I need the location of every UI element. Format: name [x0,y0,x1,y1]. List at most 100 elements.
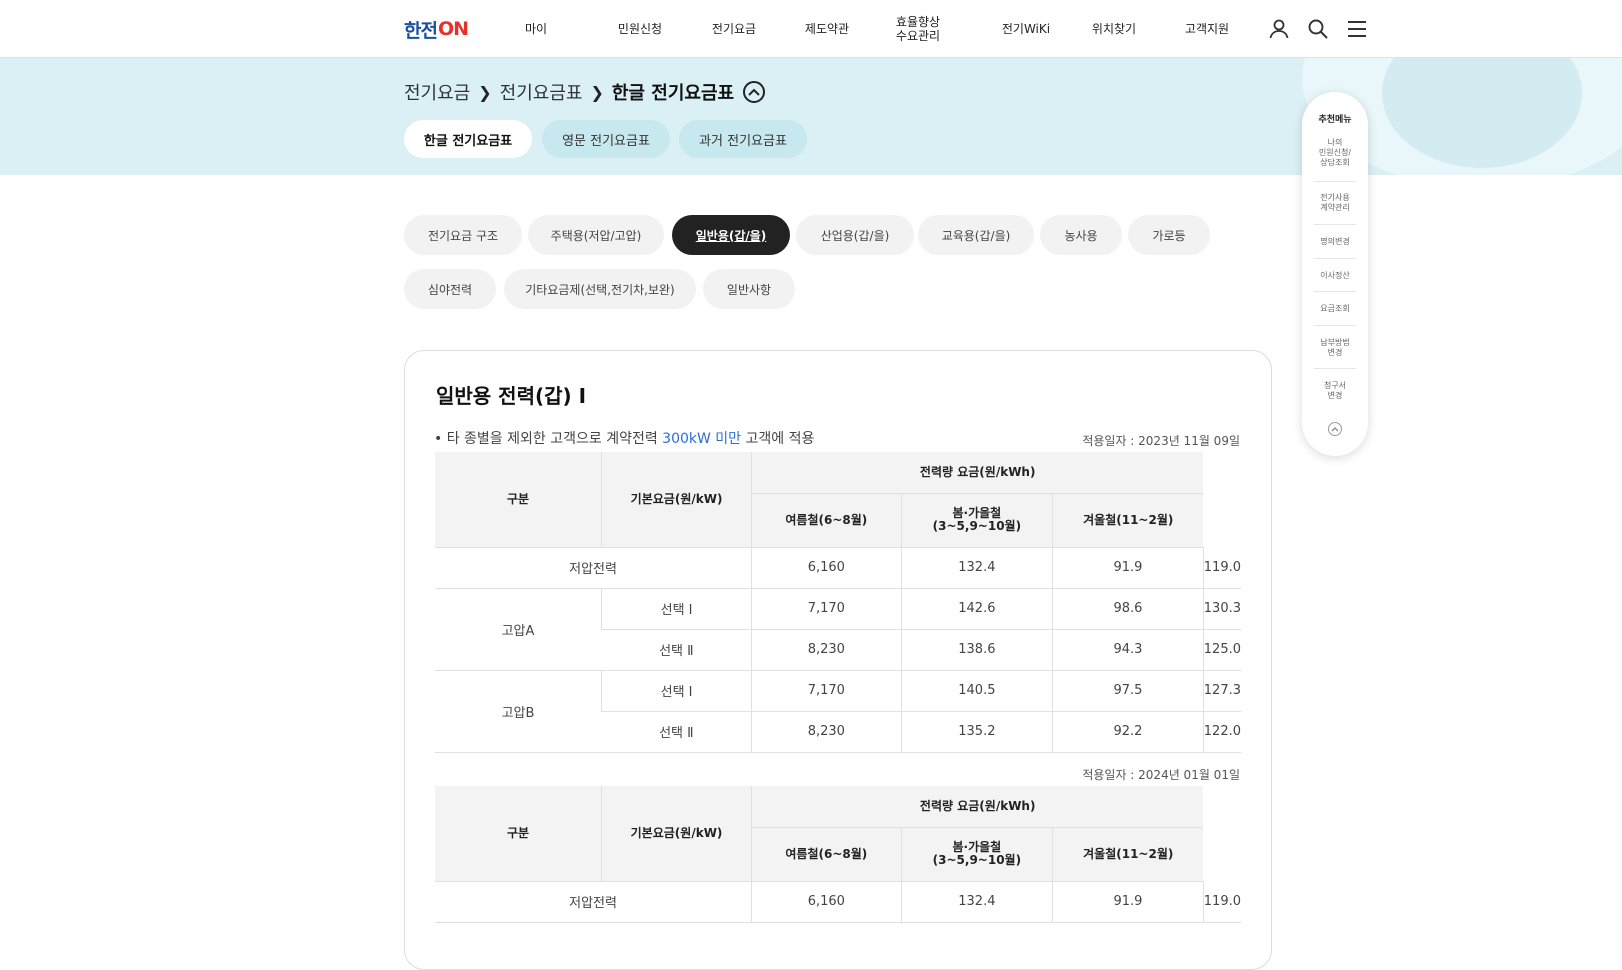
row-label: 저압전력 [435,547,752,589]
breadcrumb: 전기요금 ❯ 전기요금표 ❯ 한글 전기요금표 [404,79,766,105]
cell-base: 8,230 [751,711,902,753]
category-tab-general[interactable]: 일반용(갑/을) [672,215,790,255]
recommended-quick-menu: 추천메뉴 나의 민원신청/ 상담조회 전기사용 계약관리 명의변경 이사정산 요… [1302,92,1368,456]
quick-menu-item-payment-method[interactable]: 납부방법 변경 [1310,338,1360,358]
quick-menu-item-move-settlement[interactable]: 이사정산 [1310,271,1360,281]
divider [1314,181,1356,182]
cell-spring: 91.9 [1052,881,1204,923]
cell-summer: 142.6 [900,588,1053,630]
table-row: 고압A 선택 Ⅰ 7,170 142.6 98.6 130.3 [435,588,1241,671]
cell-winter: 122.0 [1202,711,1241,753]
chevron-right-icon: ❯ [590,82,604,102]
cell-spring: 94.3 [1052,629,1204,671]
nav-my[interactable]: 마이 [506,0,566,58]
divider [1314,291,1356,292]
top-header: 한전 ON 마이 민원신청 전기요금 제도약관 효율향상 수요관리 전기WiKi … [0,0,1622,58]
cell-spring: 98.6 [1052,588,1204,630]
nav-electric-rate[interactable]: 전기요금 [702,0,766,58]
cell-summer: 138.6 [900,629,1053,671]
header-summer: 여름철(6~8월) [751,493,902,548]
cell-winter: 119.0 [1202,881,1241,923]
header-energy-rate: 전력량 요금(원/kWh) [751,786,1204,828]
cell-summer: 135.2 [900,711,1053,753]
cell-summer: 140.5 [900,670,1053,712]
cell-base: 7,170 [751,670,902,712]
breadcrumb-level2[interactable]: 전기요금표 [500,79,583,105]
subtab-english-rate[interactable]: 영문 전기요금표 [542,120,670,158]
breadcrumb-level1[interactable]: 전기요금 [404,79,470,105]
table-row: 고압B 선택 Ⅰ 7,170 140.5 97.5 127.3 [435,670,1241,753]
subtab-past-rate[interactable]: 과거 전기요금표 [679,120,807,158]
row-group-label: 고압B [435,670,602,753]
cell-winter: 130.3 [1202,588,1241,630]
cell-winter: 119.0 [1202,547,1241,589]
header-gubun: 구분 [435,452,603,548]
scroll-top-icon[interactable] [1328,422,1342,436]
user-icon[interactable] [1267,17,1291,41]
cell-base: 7,170 [751,588,902,630]
hero-band [0,58,1622,175]
category-tab-agricultural[interactable]: 농사용 [1040,215,1122,255]
desc-highlight: 300kW 미만 [662,431,742,447]
row-option: 선택 Ⅱ [601,629,752,671]
applied-date: 적용일자 : 2024년 01월 01일 [1082,768,1240,782]
category-tab-residential[interactable]: 주택용(저압/고압) [528,215,664,255]
table-row: 저압전력 6,160 132.4 91.9 119.0 [435,881,1241,923]
chevron-up-icon[interactable] [743,81,766,103]
header-winter: 겨울철(11~2월) [1052,493,1204,548]
category-tab-other[interactable]: 기타요금제(선택,전기차,보완) [504,269,696,309]
row-label: 저압전력 [435,881,752,923]
row-option: 선택 Ⅰ [601,588,752,630]
header-base-rate: 기본요금(원/kW) [601,452,753,548]
nav-policy[interactable]: 제도약관 [795,0,859,58]
chevron-right-icon: ❯ [478,82,492,102]
section-title: 일반용 전력(갑) Ⅰ [436,384,587,408]
cell-spring: 91.9 [1052,547,1204,589]
category-tab-industrial[interactable]: 산업용(갑/을) [796,215,914,255]
header-gubun: 구분 [435,786,602,882]
applied-date: 적용일자 : 2023년 11월 09일 [1082,434,1240,448]
category-tab-night[interactable]: 심야전력 [404,269,496,309]
category-tab-structure[interactable]: 전기요금 구조 [404,215,522,255]
category-tab-streetlight[interactable]: 가로등 [1128,215,1210,255]
quick-menu-item-bill-inquiry[interactable]: 요금조회 [1310,304,1360,314]
divider [1314,224,1356,225]
quick-menu-item-name-change[interactable]: 명의변경 [1310,237,1360,247]
kepco-on-logo[interactable]: 한전 ON [404,17,469,42]
divider [1314,325,1356,326]
quick-menu-item-my-requests[interactable]: 나의 민원신청/ 상담조회 [1310,138,1360,168]
header-summer: 여름철(6~8월) [751,827,902,882]
logo-text: 한전 [404,19,438,42]
menu-icon[interactable] [1345,17,1369,41]
nav-efficiency[interactable]: 효율향상 수요관리 [884,0,952,58]
row-group-label: 고압A [435,588,602,671]
category-tab-educational[interactable]: 교육용(갑/을) [918,215,1034,255]
cell-base: 6,160 [751,547,902,589]
rate-table: 구분 기본요금(원/kW) 전력량 요금(원/kWh) 여름철(6~8월) 봄·… [435,452,1241,753]
header-winter: 겨울철(11~2월) [1052,827,1204,882]
header-base-rate: 기본요금(원/kW) [600,786,753,882]
logo-on-text: ON [437,18,469,40]
divider [1314,258,1356,259]
row-option: 선택 Ⅰ [601,670,752,712]
header-spring-fall: 봄·가을철 (3~5,9~10월) [900,827,1054,882]
category-tab-general-notes[interactable]: 일반사항 [703,269,795,309]
nav-civil-request[interactable]: 민원신청 [608,0,672,58]
nav-location[interactable]: 위치찾기 [1082,0,1146,58]
nav-support[interactable]: 고객지원 [1175,0,1239,58]
desc-prefix: • 타 종별을 제외한 고객으로 계약전력 [434,431,663,447]
cell-summer: 132.4 [900,881,1053,923]
cell-winter: 125.0 [1202,629,1241,671]
search-icon[interactable] [1306,17,1330,41]
quick-menu-title: 추천메뉴 [1318,115,1352,125]
section-description: • 타 종별을 제외한 고객으로 계약전력 300kW 미만 고객에 적용 [434,428,814,448]
quick-menu-item-contract[interactable]: 전기사용 계약관리 [1310,193,1360,213]
cell-winter: 127.3 [1202,670,1241,712]
nav-wiki[interactable]: 전기WiKi [994,0,1058,58]
row-option: 선택 Ⅱ [601,711,752,753]
subtab-korean-rate[interactable]: 한글 전기요금표 [404,120,532,158]
quick-menu-item-bill-change[interactable]: 청구서 변경 [1310,381,1360,401]
rate-table: 구분 기본요금(원/kW) 전력량 요금(원/kWh) 여름철(6~8월) 봄·… [435,786,1241,923]
cell-base: 6,160 [751,881,902,923]
cell-summer: 132.4 [900,547,1053,589]
